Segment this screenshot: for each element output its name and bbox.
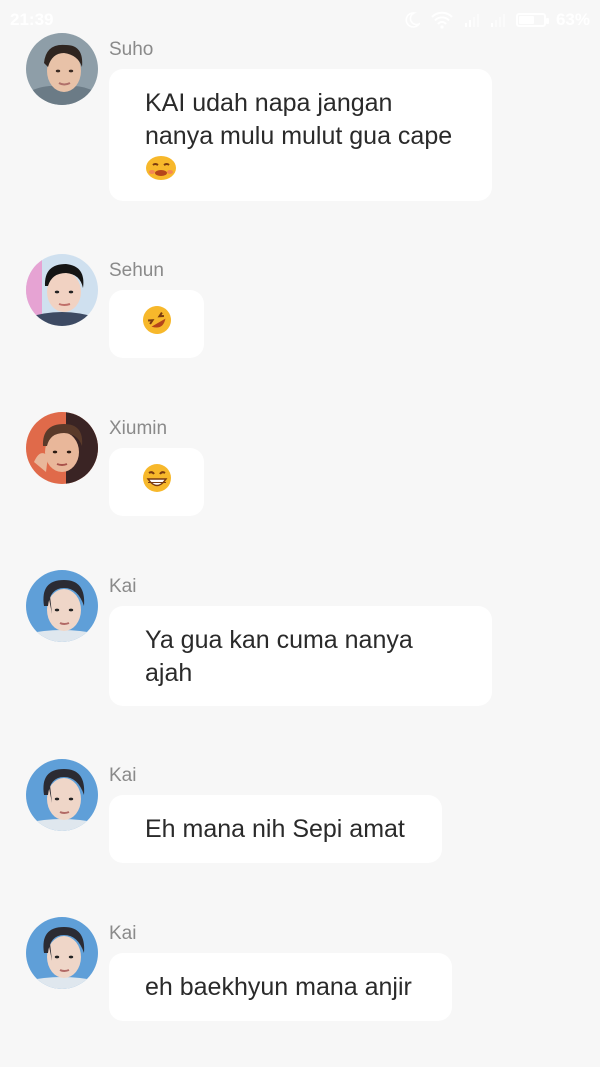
message-text: Eh mana nih Sepi amat <box>145 815 405 843</box>
kai-avatar[interactable] <box>26 570 98 642</box>
battery-level <box>518 16 534 24</box>
sender-name: Sehun <box>109 260 164 281</box>
xiumin-avatar[interactable] <box>26 412 98 484</box>
grinning-squinting-face-emoji <box>141 462 173 503</box>
status-bar: 21:39 63% <box>0 0 600 40</box>
sender-name: Suho <box>109 39 154 60</box>
signal-icon <box>490 13 506 27</box>
message-text: Ya gua kan cuma nanya ajah <box>145 626 413 687</box>
moon-icon <box>404 12 420 28</box>
suho-avatar[interactable] <box>26 33 98 105</box>
message-text: eh baekhyun mana anjir <box>145 973 412 1001</box>
sender-name: Kai <box>109 923 137 944</box>
message-bubble[interactable]: Eh mana nih Sepi amat <box>109 795 442 863</box>
sender-name: Kai <box>109 765 137 786</box>
battery-icon <box>515 13 549 27</box>
status-icons: 63% <box>404 10 590 30</box>
kai-avatar[interactable] <box>26 917 98 989</box>
message-bubble[interactable]: eh baekhyun mana anjir <box>109 953 452 1021</box>
status-time: 21:39 <box>10 10 54 29</box>
message-bubble[interactable] <box>109 290 204 358</box>
signal-icon <box>464 13 480 27</box>
chat-screen: 21:39 63% Suho KAI udah napa jangan nany… <box>0 0 600 1067</box>
sender-name: Xiumin <box>109 418 168 439</box>
wifi-icon <box>430 11 454 29</box>
message-bubble[interactable]: KAI udah napa jangan nanya mulu mulut gu… <box>109 69 492 201</box>
message-bubble[interactable] <box>109 448 204 516</box>
crying-face-emoji <box>145 153 177 190</box>
sehun-avatar[interactable] <box>26 254 98 326</box>
kai-avatar[interactable] <box>26 759 98 831</box>
battery-percent: 63% <box>555 10 590 29</box>
message-bubble[interactable]: Ya gua kan cuma nanya ajah <box>109 606 492 706</box>
sender-name: Kai <box>109 576 137 597</box>
rolling-on-floor-laughing-emoji <box>141 304 173 345</box>
message-text: KAI udah napa jangan nanya mulu mulut gu… <box>145 89 453 150</box>
